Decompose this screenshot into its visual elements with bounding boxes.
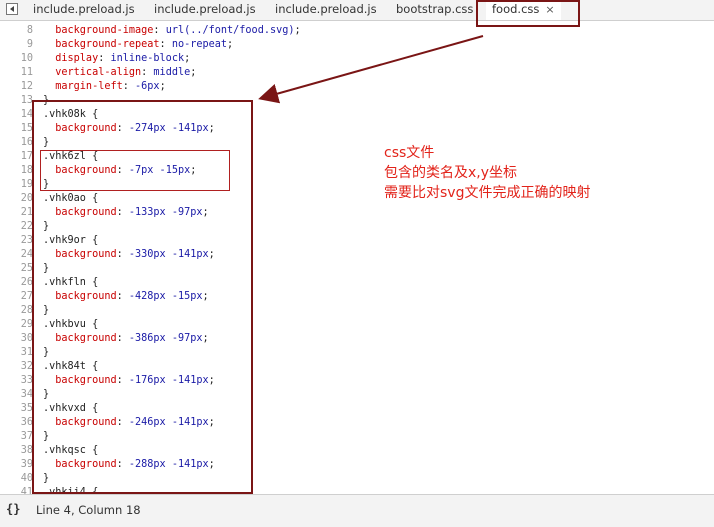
rule-highlight-box — [40, 150, 230, 191]
annotation-line-3: 需要比对svg文件完成正确的映射 — [384, 185, 591, 201]
annotation-line-1: css文件 — [384, 145, 435, 161]
active-tab-highlight-box — [476, 0, 580, 27]
annotation-note: css文件 包含的类名及x,y坐标 需要比对svg文件完成正确的映射 — [384, 143, 590, 203]
cursor-position: Line 4, Column 18 — [36, 503, 141, 517]
braces-icon[interactable]: {} — [6, 502, 20, 516]
annotation-line-2: 包含的类名及x,y坐标 — [384, 165, 518, 181]
status-bar: {} Line 4, Column 18 — [0, 494, 714, 527]
